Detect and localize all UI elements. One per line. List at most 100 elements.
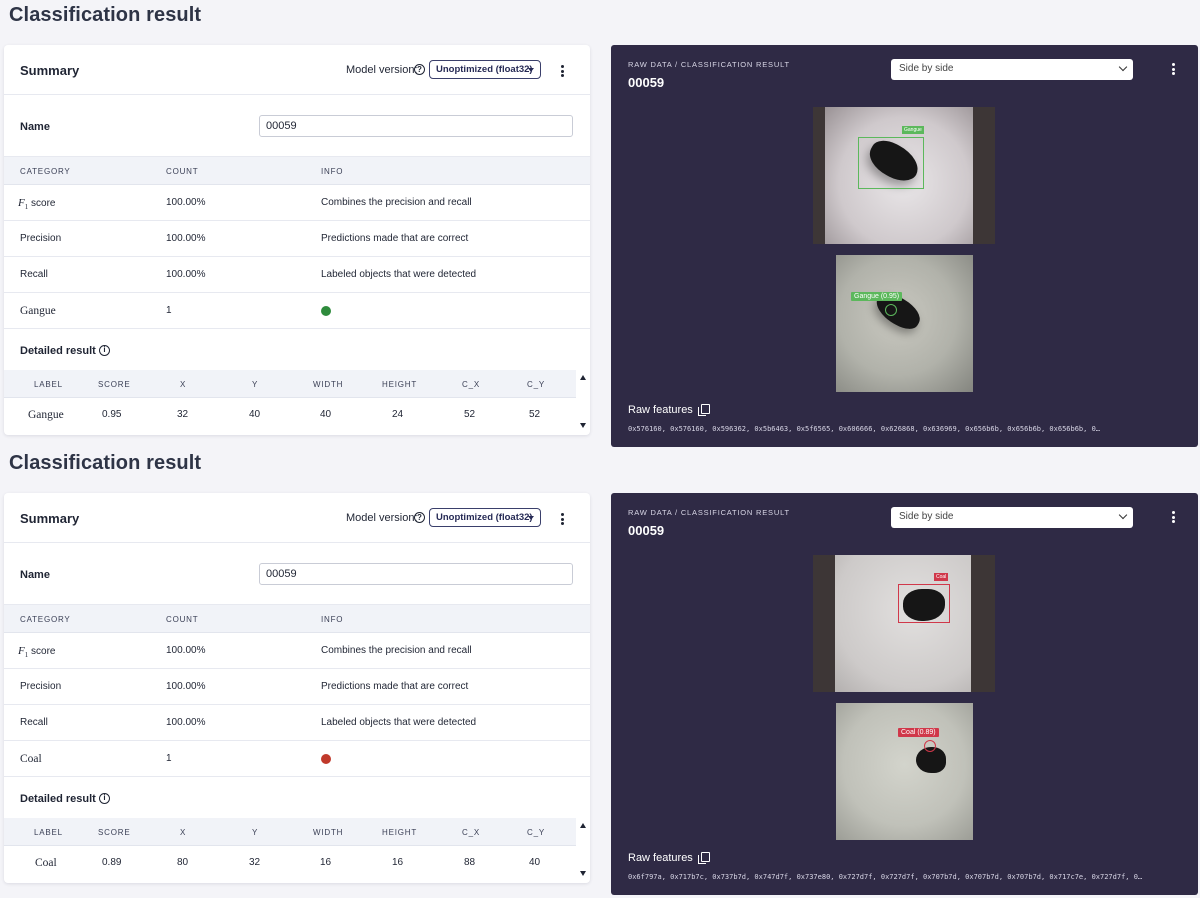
count-cell: 100.00% — [166, 197, 206, 208]
height-cell: 24 — [392, 409, 404, 420]
table-row: Recall 100.00% Labeled objects that were… — [4, 257, 590, 293]
column-header-label: LABEL — [34, 380, 63, 389]
width-cell: 16 — [320, 857, 332, 868]
view-mode-value: Side by side — [899, 511, 954, 522]
column-header-count: COUNT — [166, 167, 199, 176]
summary-card: Summary Model version: ? Unoptimized (fl… — [4, 45, 590, 435]
scroll-up-arrow[interactable] — [580, 823, 586, 828]
scroll-down-arrow[interactable] — [580, 871, 586, 876]
image-left-edge — [813, 555, 835, 692]
column-header-height: HEIGHT — [382, 380, 418, 389]
column-header-category: CATEGORY — [20, 167, 71, 176]
column-header-y: Y — [252, 828, 259, 837]
centroid-marker — [885, 304, 897, 316]
column-header-category: CATEGORY — [20, 615, 71, 624]
scroll-up-arrow[interactable] — [580, 375, 586, 380]
cx-cell: 88 — [464, 857, 476, 868]
caret-down-icon — [528, 516, 534, 520]
column-header-cx: C_X — [462, 380, 480, 389]
image-right-edge — [973, 107, 995, 244]
count-cell: 100.00% — [166, 645, 206, 656]
help-icon[interactable]: ? — [414, 512, 425, 523]
bounding-box-label: Gangue — [902, 126, 924, 134]
image-left-edge — [813, 107, 825, 244]
help-icon[interactable]: ? — [414, 64, 425, 75]
more-options-icon[interactable] — [1172, 63, 1176, 75]
column-header-x: X — [180, 828, 187, 837]
name-row: Name 00059 — [4, 95, 590, 157]
raw-data-panel: RAW DATA / CLASSIFICATION RESULT 00059 S… — [611, 493, 1198, 895]
column-header-width: WIDTH — [313, 380, 344, 389]
name-row: Name 00059 — [4, 543, 590, 605]
name-input[interactable]: 00059 — [259, 115, 573, 137]
category-cell: Coal — [20, 753, 42, 765]
centroid-marker — [924, 740, 936, 752]
more-options-icon[interactable] — [561, 65, 565, 77]
info-cell: Labeled objects that were detected — [321, 717, 477, 728]
summary-title: Summary — [20, 63, 80, 78]
category-f1: F1 score — [18, 197, 56, 212]
category-cell: Gangue — [20, 305, 56, 317]
scroll-down-arrow[interactable] — [580, 423, 586, 428]
category-cell: Precision — [20, 233, 62, 244]
column-header-height: HEIGHT — [382, 828, 418, 837]
copy-icon[interactable] — [698, 852, 710, 864]
column-header-y: Y — [252, 380, 259, 389]
more-options-icon[interactable] — [1172, 511, 1176, 523]
model-version-select[interactable]: Unoptimized (float32) — [429, 60, 541, 79]
prediction-label: Gangue (0.95) — [851, 292, 903, 301]
category-cell: Recall — [20, 717, 48, 728]
count-cell: 1 — [166, 305, 172, 316]
info-icon[interactable]: i — [99, 793, 110, 804]
f1-symbol: F1 — [18, 645, 29, 660]
column-header-x: X — [180, 380, 187, 389]
chevron-down-icon — [1118, 510, 1128, 520]
y-cell: 40 — [249, 409, 261, 420]
more-options-icon[interactable] — [561, 513, 565, 525]
y-cell: 32 — [249, 857, 261, 868]
raw-data-breadcrumb: RAW DATA / CLASSIFICATION RESULT — [628, 60, 790, 69]
bounding-box-label: Coal — [934, 573, 949, 581]
score-cell: 0.95 — [102, 409, 122, 420]
table-row: Coal 1 — [4, 741, 590, 777]
cx-cell: 52 — [464, 409, 476, 420]
count-cell: 100.00% — [166, 681, 206, 692]
category-table-header: CATEGORY COUNT INFO — [4, 605, 590, 633]
prediction-image: Coal (0.89) — [836, 703, 973, 840]
category-cell: Recall — [20, 269, 48, 280]
model-version-label: Model version: — [346, 512, 418, 524]
model-version-value: Unoptimized (float32) — [436, 64, 533, 75]
cy-cell: 52 — [529, 409, 541, 420]
table-row: Gangue 1 — [4, 293, 590, 329]
count-cell: 100.00% — [166, 269, 206, 280]
name-label: Name — [20, 121, 50, 133]
bounding-box — [858, 137, 924, 189]
view-mode-select[interactable]: Side by side — [891, 507, 1133, 528]
x-cell: 32 — [177, 409, 189, 420]
detail-table-row: Coal 0.89 80 32 16 16 88 40 — [4, 846, 576, 882]
page-title: Classification result — [9, 4, 202, 26]
count-cell: 1 — [166, 753, 172, 764]
view-mode-value: Side by side — [899, 63, 954, 74]
table-row: Recall 100.00% Labeled objects that were… — [4, 705, 590, 741]
info-icon[interactable]: i — [99, 345, 110, 356]
count-cell: 100.00% — [166, 233, 206, 244]
column-header-count: COUNT — [166, 615, 199, 624]
sample-id: 00059 — [628, 523, 665, 538]
detailed-result-title: Detailed result — [20, 345, 96, 357]
info-cell: Combines the precision and recall — [321, 645, 472, 656]
name-input[interactable]: 00059 — [259, 563, 573, 585]
view-mode-select[interactable]: Side by side — [891, 59, 1133, 80]
category-f1: F1 score — [18, 645, 56, 660]
raw-data-panel: RAW DATA / CLASSIFICATION RESULT 00059 S… — [611, 45, 1198, 447]
raw-features-label: Raw features — [628, 852, 693, 864]
class-color-dot — [321, 306, 331, 316]
copy-icon[interactable] — [698, 404, 710, 416]
width-cell: 40 — [320, 409, 332, 420]
raw-features-value: 0x6f797a, 0x717b7c, 0x737b7d, 0x747d7f, … — [628, 873, 1143, 881]
detail-table-row: Gangue 0.95 32 40 40 24 52 52 — [4, 398, 576, 434]
column-header-label: LABEL — [34, 828, 63, 837]
summary-header: Summary Model version: ? Unoptimized (fl… — [4, 493, 590, 543]
model-version-select[interactable]: Unoptimized (float32) — [429, 508, 541, 527]
table-row: Precision 100.00% Predictions made that … — [4, 221, 590, 257]
